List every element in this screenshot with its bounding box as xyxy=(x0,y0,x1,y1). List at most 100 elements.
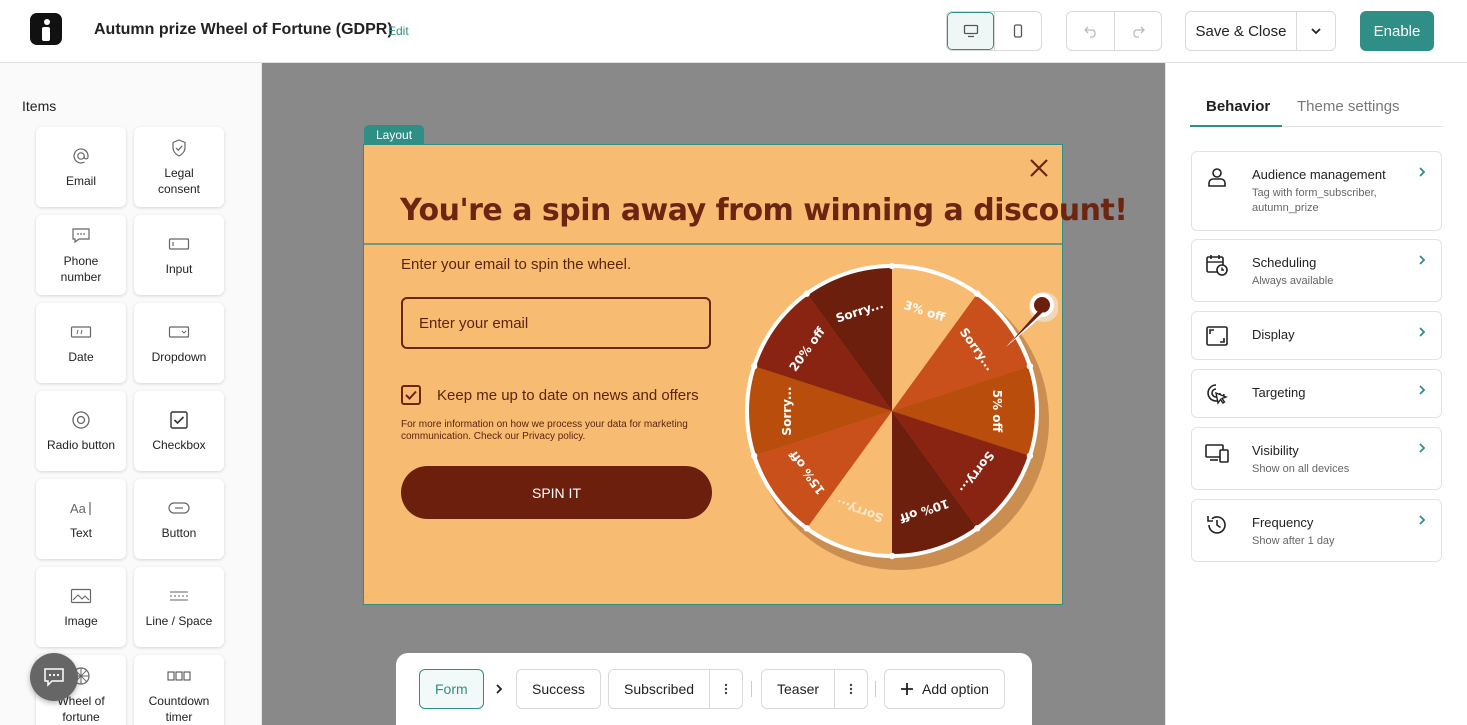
wheel-peg xyxy=(974,525,981,532)
tab-teaser[interactable]: Teaser xyxy=(761,669,869,709)
step-tabs-bar: Form Success Subscribed Teaser Add optio… xyxy=(396,653,1032,725)
desktop-icon xyxy=(963,24,978,38)
chat-support-button[interactable] xyxy=(30,653,78,701)
save-group: Save & Close xyxy=(1185,11,1336,51)
item-text[interactable]: Aa Text xyxy=(36,479,126,559)
item-button[interactable]: Button xyxy=(134,479,224,559)
message-icon xyxy=(72,228,90,244)
mobile-icon xyxy=(1013,24,1023,38)
wheel-peg xyxy=(888,552,896,560)
form-title: Autumn prize Wheel of Fortune (GDPR) xyxy=(94,21,393,38)
item-label: Countdown timer xyxy=(148,694,210,724)
wheel-peg xyxy=(974,290,981,297)
save-close-button[interactable]: Save & Close xyxy=(1186,12,1296,50)
redo-button[interactable] xyxy=(1114,12,1161,50)
setting-title: Scheduling xyxy=(1252,255,1317,270)
setting-title: Frequency xyxy=(1252,515,1314,530)
item-input[interactable]: Input xyxy=(134,215,224,295)
chevron-right-icon xyxy=(1419,443,1426,453)
popup-preview[interactable]: You're a spin away from winning a discou… xyxy=(363,144,1128,605)
wheel-peg xyxy=(888,262,896,270)
tab-success[interactable]: Success xyxy=(516,669,601,709)
item-label: Button xyxy=(161,526,197,540)
section-divider xyxy=(364,243,1062,245)
item-radio-button[interactable]: Radio button xyxy=(36,391,126,471)
setting-title: Visibility xyxy=(1252,443,1299,458)
item-label: Date xyxy=(68,350,94,364)
close-icon[interactable] xyxy=(1028,157,1050,179)
legal-text[interactable]: For more information on how we process y… xyxy=(401,419,721,443)
person-icon xyxy=(1208,168,1226,187)
item-label: Phone number xyxy=(60,254,102,284)
item-label: Email xyxy=(65,174,96,188)
setting-desc: Show after 1 day xyxy=(1252,535,1335,547)
setting-scheduling[interactable]: Scheduling Always available xyxy=(1191,239,1442,302)
setting-audience-management[interactable]: Audience management Tag with form_subscr… xyxy=(1191,151,1442,231)
setting-frequency[interactable]: Frequency Show after 1 day xyxy=(1191,499,1442,562)
tab-behavior[interactable]: Behavior xyxy=(1206,98,1270,115)
top-bar: Autumn prize Wheel of Fortune (GDPR) Edi… xyxy=(0,0,1467,63)
display-frame-icon xyxy=(1206,326,1228,346)
item-image[interactable]: Image xyxy=(36,567,126,647)
date-field-icon xyxy=(70,326,92,338)
subscribed-more-button[interactable] xyxy=(709,670,742,708)
more-vertical-icon xyxy=(724,683,728,695)
item-dropdown[interactable]: Dropdown xyxy=(134,303,224,383)
item-email[interactable]: Email xyxy=(36,127,126,207)
items-title: Items xyxy=(22,98,57,114)
tab-subscribed[interactable]: Subscribed xyxy=(608,669,744,709)
undo-button[interactable] xyxy=(1067,12,1114,50)
setting-display[interactable]: Display xyxy=(1191,311,1442,360)
wheel-pointer xyxy=(1006,292,1058,347)
item-phone-number[interactable]: Phone number xyxy=(36,215,126,295)
desktop-view-button[interactable] xyxy=(947,12,994,50)
item-legal-consent[interactable]: Legal consent xyxy=(134,127,224,207)
wheel-of-fortune[interactable]: 3% offSorry...5% offSorry...10% offSorry… xyxy=(738,255,1058,585)
history-icon xyxy=(1207,516,1226,534)
item-label: Text xyxy=(69,526,92,540)
chevron-right-icon xyxy=(1419,515,1426,525)
tab-form[interactable]: Form xyxy=(419,669,484,709)
tab-theme-settings[interactable]: Theme settings xyxy=(1297,98,1400,115)
check-icon xyxy=(405,390,417,400)
setting-targeting[interactable]: Targeting xyxy=(1191,369,1442,418)
enable-button[interactable]: Enable xyxy=(1360,11,1434,51)
cursor-target-icon xyxy=(1207,384,1228,405)
item-line-space[interactable]: Line / Space xyxy=(134,567,224,647)
add-option-button[interactable]: Add option xyxy=(884,669,1005,709)
popup-subtext[interactable]: Enter your email to spin the wheel. xyxy=(401,256,631,273)
text-icon: Aa xyxy=(70,501,91,516)
undo-icon xyxy=(1083,26,1096,38)
consent-checkbox[interactable] xyxy=(401,385,421,405)
wheel-peg xyxy=(803,525,810,532)
email-field[interactable]: Enter your email xyxy=(401,297,711,349)
radio-icon xyxy=(72,411,90,429)
plus-icon xyxy=(901,683,913,695)
item-checkbox[interactable]: Checkbox xyxy=(134,391,224,471)
svg-text:Aa: Aa xyxy=(70,501,87,516)
mobile-view-button[interactable] xyxy=(994,12,1041,50)
layout-tag[interactable]: Layout xyxy=(364,125,425,145)
teaser-more-button[interactable] xyxy=(834,670,867,708)
consent-checkbox-row[interactable]: Keep me up to date on news and offers xyxy=(401,385,699,405)
app-logo[interactable] xyxy=(30,13,62,45)
chevron-right-icon xyxy=(1419,327,1426,337)
setting-desc: Show on all devices xyxy=(1252,463,1350,475)
spin-button[interactable]: SPIN IT xyxy=(401,466,712,519)
line-space-icon xyxy=(170,591,188,601)
item-date[interactable]: Date xyxy=(36,303,126,383)
setting-visibility[interactable]: Visibility Show on all devices xyxy=(1191,427,1442,490)
wheel-peg xyxy=(1026,452,1034,460)
item-countdown-timer[interactable]: Countdown timer xyxy=(134,655,224,725)
save-options-button[interactable] xyxy=(1296,12,1335,50)
wheel-segment-label: 5% off xyxy=(990,390,1004,433)
edit-title-link[interactable]: Edit xyxy=(388,24,409,38)
chevron-right-icon xyxy=(1419,255,1426,265)
popup-headline[interactable]: You're a spin away from winning a discou… xyxy=(400,193,1128,228)
wheel-peg xyxy=(803,290,810,297)
shield-check-icon xyxy=(172,139,186,157)
consent-label: Keep me up to date on news and offers xyxy=(437,386,699,404)
item-label: Input xyxy=(165,262,193,276)
chevron-right-icon xyxy=(1419,385,1426,395)
dropdown-icon xyxy=(168,326,190,338)
